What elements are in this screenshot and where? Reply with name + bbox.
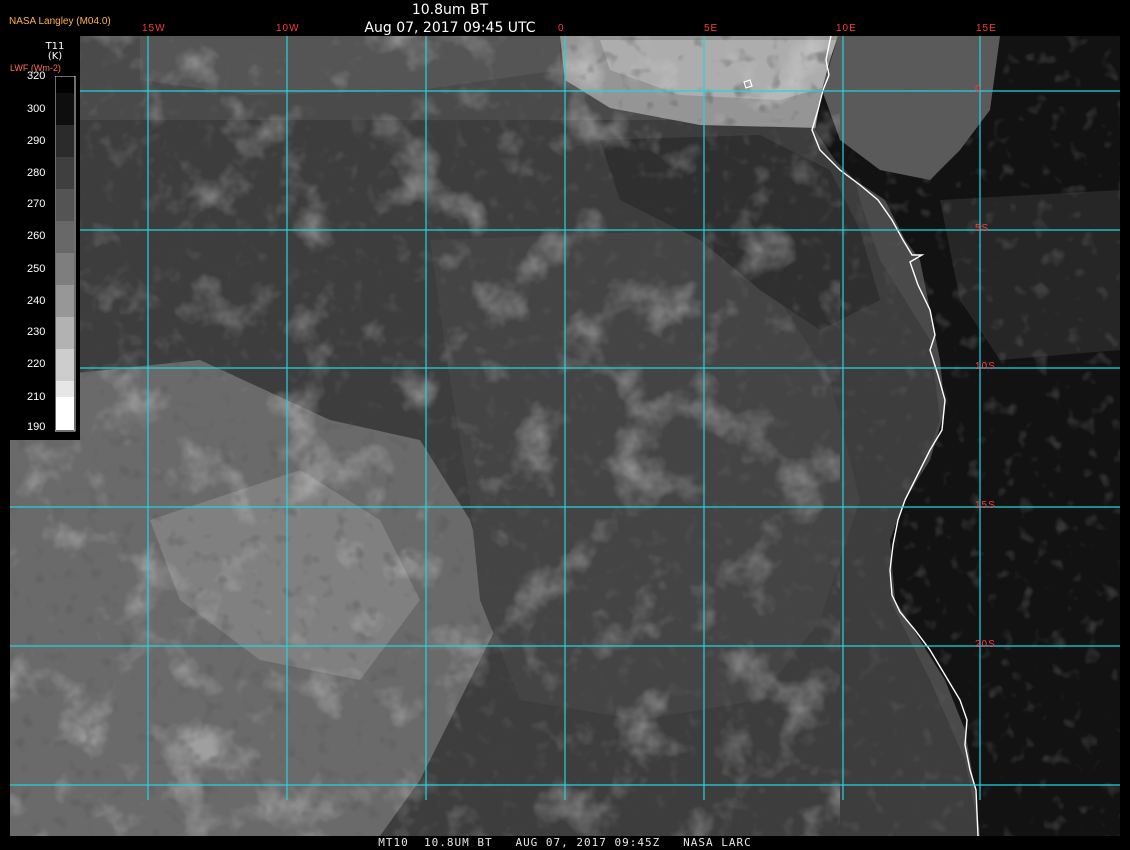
- colorbar: T11 (K) LWF (Wm-2) 320 300 290 280 270 260 250…: [10, 36, 80, 440]
- colorbar-tick-label: 290: [27, 135, 46, 147]
- longitude-label: 15W: [142, 23, 166, 34]
- colorbar-title: T11 (K): [40, 42, 70, 62]
- latitude-label: 5S: [975, 223, 990, 234]
- latitude-label: 10S: [975, 361, 996, 372]
- map-title: 10.8um BT: [411, 2, 489, 18]
- colorbar-tick-label: 300: [27, 103, 46, 115]
- colorbar-tick-label: 190: [27, 421, 46, 433]
- longitude-label: 10E: [836, 23, 857, 34]
- longitude-label: 10W: [276, 23, 300, 34]
- colorbar-tick-label: 240: [27, 295, 46, 307]
- map-timestamp: Aug 07, 2017 09:45 UTC: [364, 20, 536, 36]
- longitude-label: 15E: [976, 23, 997, 34]
- colorbar-tick-label: 250: [27, 263, 46, 275]
- colorbar-tick-label: 320: [27, 70, 46, 82]
- footer-caption: MT10 10.8UM BT AUG 07, 2017 09:45Z NASA …: [378, 836, 752, 849]
- longitude-label: 5E: [704, 23, 719, 34]
- colorbar-scale: [55, 76, 76, 432]
- colorbar-tick-label: 230: [27, 326, 46, 338]
- latitude-label: 0: [975, 84, 982, 95]
- colorbar-unit: (K): [47, 51, 63, 62]
- credit-label: NASA Langley (M04.0): [9, 16, 111, 27]
- satellite-map: [10, 36, 1120, 836]
- colorbar-tick-label: 270: [27, 198, 46, 210]
- colorbar-tick-label: 210: [27, 391, 46, 403]
- colorbar-tick-label: 220: [27, 358, 46, 370]
- colorbar-tick-label: 260: [27, 230, 46, 242]
- colorbar-tick-label: 280: [27, 167, 46, 179]
- longitude-label: 0: [558, 23, 565, 34]
- latitude-label: 20S: [975, 639, 996, 650]
- latitude-label: 15S: [975, 500, 996, 511]
